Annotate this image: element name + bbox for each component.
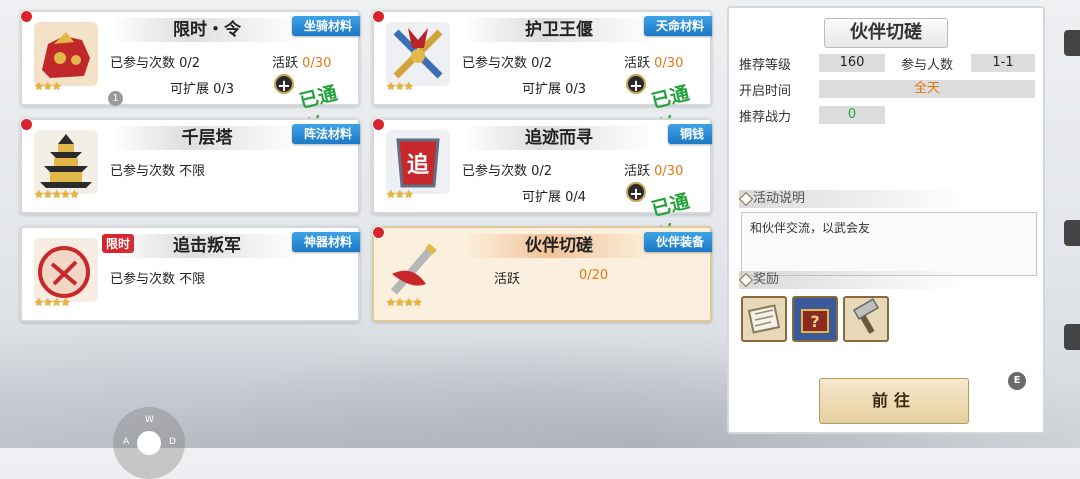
star-rating: ★★★ — [34, 80, 62, 93]
hammer-icon[interactable] — [843, 296, 889, 342]
activity-card-1[interactable]: ★★★ 1 限时・令 坐骑材料 已参与次数 0/2 活跃 0/30 可扩展 0/… — [20, 10, 360, 139]
activity-card-5[interactable]: 限时 ★★★★ 追击叛军 神器材料 已参与次数 不限 — [20, 226, 360, 322]
activity-card-6-selected[interactable]: ★★★★ 伙伴切磋 伙伴装备 活跃 0/20 — [372, 226, 712, 322]
participate-row: 已参与次数 不限 — [110, 160, 205, 179]
active-label: 活跃 — [624, 56, 651, 71]
participate-label: 已参与次数 — [110, 272, 176, 287]
joystick-key-right: D — [169, 437, 176, 447]
reward-tag: 神器材料 — [291, 232, 360, 252]
active-value: 0/20 — [579, 268, 609, 283]
card-title: 千层塔 — [181, 128, 233, 148]
reward-tag: 坐骑材料 — [291, 16, 360, 36]
star-rating: ★★★★ — [34, 296, 70, 309]
diamond-icon — [738, 272, 754, 288]
participate-value: 不限 — [179, 272, 206, 287]
power-label: 推荐战力 — [739, 110, 792, 125]
e-key-hint: E — [1008, 372, 1026, 390]
go-button[interactable]: 前往 — [819, 378, 969, 424]
players-value: 1-1 — [971, 54, 1035, 72]
reward-tag: 铜钱 — [667, 124, 712, 144]
active-row: 活跃 0/30 — [624, 52, 683, 71]
participate-value: 0/2 — [179, 56, 201, 71]
expand-value: 0/4 — [565, 190, 587, 205]
participate-value: 0/2 — [531, 56, 553, 71]
star-rating: ★★★ — [386, 80, 414, 93]
participate-value: 不限 — [179, 164, 206, 179]
star-rating: ★★★ — [386, 188, 414, 201]
active-label: 活跃 — [494, 272, 521, 287]
movement-joystick[interactable]: W A D — [113, 407, 185, 479]
activity-card-2[interactable]: ★★★ 护卫王偃 天命材料 已参与次数 0/2 活跃 0/30 可扩展 0/3 … — [372, 10, 712, 139]
active-value: 0/30 — [654, 164, 684, 179]
active-label: 活跃 — [624, 164, 651, 179]
joystick-knob[interactable] — [137, 431, 161, 455]
side-tab-button[interactable] — [1064, 30, 1080, 56]
active-value: 0/30 — [654, 56, 684, 71]
power-value: 0 — [819, 106, 885, 124]
reward-header-label: 奖励 — [753, 272, 780, 287]
mystery-box-icon[interactable]: ? — [792, 296, 838, 342]
active-label: 活跃 — [272, 56, 299, 71]
joystick-key-up: W — [145, 415, 154, 425]
expand-plus-button[interactable]: + — [626, 182, 646, 203]
count-badge: 1 — [108, 91, 123, 106]
panel-title: 伙伴切磋 — [824, 18, 948, 48]
level-label: 推荐等级 — [739, 58, 792, 73]
reward-tag: 阵法材料 — [291, 124, 360, 144]
description-box: 和伙伴交流，以武会友 — [741, 212, 1037, 276]
time-label: 开启时间 — [739, 84, 792, 99]
expand-row: 可扩展 0/4 — [522, 186, 586, 205]
reward-tag: 伙伴装备 — [643, 232, 712, 252]
diamond-icon — [738, 191, 754, 207]
participate-label: 已参与次数 — [110, 56, 176, 71]
card-title: 限时・令 — [173, 20, 241, 40]
activity-card-3[interactable]: ★★★★★ 千层塔 阵法材料 已参与次数 不限 — [20, 118, 360, 214]
card-title: 追迹而寻 — [525, 128, 593, 148]
participate-label: 已参与次数 — [110, 164, 176, 179]
star-rating: ★★★★ — [386, 296, 422, 309]
reward-header: 奖励 — [738, 271, 967, 289]
expand-plus-button[interactable]: + — [626, 74, 646, 95]
active-row: 活跃 0/30 — [624, 160, 683, 179]
participate-row: 已参与次数 0/2 — [462, 160, 552, 179]
active-row: 活跃 0/30 — [272, 52, 331, 71]
participate-value: 0/2 — [531, 164, 553, 179]
card-title: 伙伴切磋 — [525, 236, 593, 256]
side-tab-button[interactable] — [1064, 324, 1080, 350]
level-value: 160 — [819, 54, 885, 72]
pursuit-char: 追 — [407, 152, 429, 178]
activity-card-4[interactable]: 追 ★★★ 追迹而寻 铜钱 已参与次数 0/2 活跃 0/30 可扩展 0/4 … — [372, 118, 712, 247]
svg-text:?: ? — [810, 312, 819, 331]
expand-value: 0/3 — [565, 82, 587, 97]
expand-plus-button[interactable]: + — [274, 74, 294, 95]
side-tab-button[interactable] — [1064, 220, 1080, 246]
reward-tag: 天命材料 — [643, 16, 712, 36]
expand-value: 0/3 — [213, 82, 235, 97]
expand-label: 可扩展 — [522, 190, 562, 205]
active-value: 0/30 — [302, 56, 332, 71]
participate-label: 已参与次数 — [462, 56, 528, 71]
joystick-key-left: A — [123, 437, 130, 447]
description-header-label: 活动说明 — [753, 191, 806, 206]
participate-row: 已参与次数 不限 — [110, 268, 205, 287]
scroll-icon[interactable] — [741, 296, 787, 342]
time-value: 全天 — [819, 80, 1035, 98]
expand-row: 可扩展 0/3 — [170, 78, 234, 97]
expand-label: 可扩展 — [522, 82, 562, 97]
star-rating: ★★★★★ — [34, 188, 79, 201]
description-header: 活动说明 — [738, 190, 967, 208]
expand-row: 可扩展 0/3 — [522, 78, 586, 97]
card-title: 追击叛军 — [173, 236, 241, 256]
participate-label: 已参与次数 — [462, 164, 528, 179]
activity-detail-panel: 伙伴切磋 推荐等级 160 参与人数 1-1 开启时间 全天 推荐战力 0 活动… — [727, 6, 1045, 434]
active-row: 活跃 — [494, 268, 520, 287]
participate-row: 已参与次数 0/2 — [462, 52, 552, 71]
expand-label: 可扩展 — [170, 82, 210, 97]
card-title: 护卫王偃 — [525, 20, 593, 40]
participate-row: 已参与次数 0/2 — [110, 52, 200, 71]
players-label: 参与人数 — [901, 58, 954, 73]
